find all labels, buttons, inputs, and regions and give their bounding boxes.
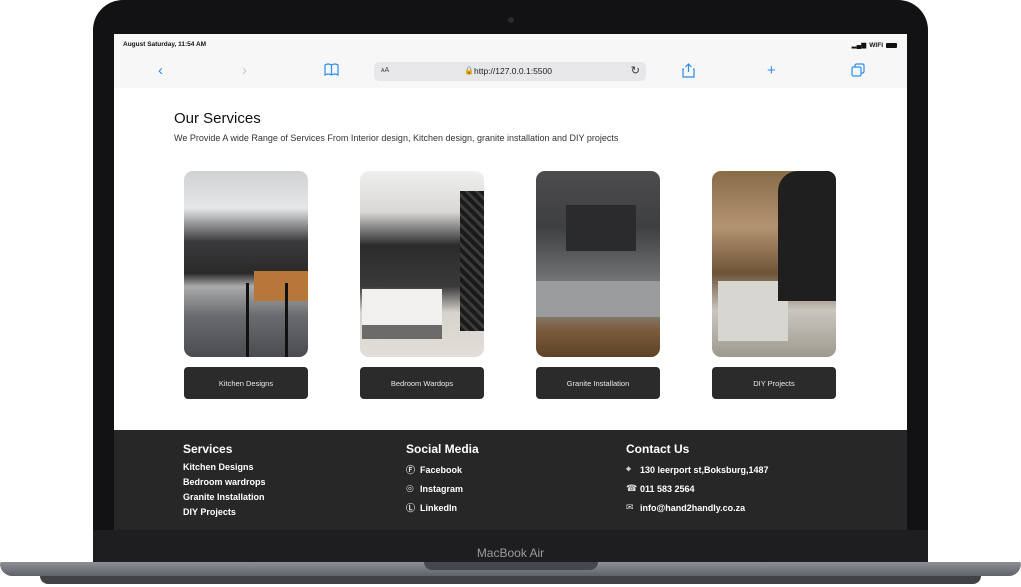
address-bar[interactable]: ᴀA 🔒 http://127.0.0.1:5500 ↻	[374, 62, 646, 81]
device-label: MacBook Air	[476, 546, 545, 560]
wifi-label: WIFI	[869, 41, 883, 49]
laptop-notch	[424, 562, 598, 570]
laptop-foot	[40, 576, 981, 584]
footer: Services Kitchen Designs Bedroom wardrop…	[114, 430, 907, 530]
footer-link-granite[interactable]: Granite Installation	[183, 490, 266, 505]
footer-services-heading: Services	[183, 442, 233, 456]
camera	[508, 17, 514, 23]
forward-icon[interactable]: ›	[242, 63, 247, 79]
page-title: Our Services	[174, 110, 261, 127]
book-icon[interactable]	[324, 63, 339, 80]
page-subtitle: We Provide A wide Range of Services From…	[174, 133, 619, 143]
status-time: August Saturday, 11:54 AM	[123, 41, 207, 48]
status-indicators: ▂▄▆ WIFI	[852, 41, 897, 49]
diy-projects-button[interactable]: DIY Projects	[712, 367, 836, 399]
phone-text[interactable]: 011 583 2564	[640, 484, 695, 494]
footer-contact-heading: Contact Us	[626, 442, 690, 456]
facebook-icon: Ⓕ	[406, 465, 416, 475]
linkedin-label[interactable]: LinkedIn	[420, 503, 457, 513]
tabs-icon[interactable]	[851, 63, 865, 81]
mail-icon: ✉	[626, 502, 634, 512]
bedroom-image	[360, 171, 484, 357]
granite-installation-button[interactable]: Granite Installation	[536, 367, 660, 399]
lock-icon: 🔒	[464, 66, 474, 75]
footer-contact: Contact Us ⌖ 130 leerport st,Boksburg,14…	[626, 442, 769, 517]
footer-link-kitchen[interactable]: Kitchen Designs	[183, 460, 266, 475]
back-icon[interactable]: ‹	[158, 63, 163, 79]
instagram-label[interactable]: Instagram	[420, 484, 463, 494]
email-row[interactable]: ✉ info@hand2handly.co.za	[626, 498, 769, 517]
service-card-bedroom: Bedroom Wardops	[360, 171, 484, 399]
kitchen-designs-button[interactable]: Kitchen Designs	[184, 367, 308, 399]
instagram-icon: ◎	[406, 483, 414, 493]
linkedin-icon: Ⓛ	[406, 503, 416, 513]
url-text[interactable]: http://127.0.0.1:5500	[474, 66, 552, 76]
location-icon: ⌖	[626, 464, 632, 474]
facebook-label[interactable]: Facebook	[420, 465, 462, 475]
footer-social: Social Media Ⓕ Facebook ◎ Instagram Ⓛ Li…	[406, 442, 479, 517]
linkedin-link[interactable]: Ⓛ LinkedIn	[406, 498, 479, 517]
phone-row[interactable]: ☎ 011 583 2564	[626, 479, 769, 498]
service-card-kitchen: Kitchen Designs	[184, 171, 308, 399]
email-text[interactable]: info@hand2handly.co.za	[640, 503, 745, 513]
phone-icon: ☎	[626, 483, 638, 493]
footer-link-diy[interactable]: DIY Projects	[183, 505, 266, 520]
share-icon[interactable]	[682, 63, 695, 82]
footer-link-bedroom[interactable]: Bedroom wardrops	[183, 475, 266, 490]
status-bar: August Saturday, 11:54 AM ▂▄▆ WIFI	[114, 34, 907, 56]
kitchen-image	[184, 171, 308, 357]
signal-icon: ▂▄▆	[851, 42, 867, 49]
instagram-link[interactable]: ◎ Instagram	[406, 479, 479, 498]
address-text: 130 leerport st,Boksburg,1487	[640, 464, 769, 475]
address-row: ⌖ 130 leerport st,Boksburg,1487	[626, 460, 769, 479]
browser-screen: August Saturday, 11:54 AM ▂▄▆ WIFI ‹ › ᴀ…	[114, 34, 907, 530]
bedroom-wardops-button[interactable]: Bedroom Wardops	[360, 367, 484, 399]
plus-icon[interactable]: +	[767, 63, 776, 79]
service-card-granite: Granite Installation	[536, 171, 660, 399]
footer-services: Services Kitchen Designs Bedroom wardrop…	[183, 442, 266, 520]
reload-icon[interactable]: ↻	[631, 64, 640, 77]
facebook-link[interactable]: Ⓕ Facebook	[406, 460, 479, 479]
footer-social-heading: Social Media	[406, 442, 479, 456]
service-card-diy: DIY Projects	[712, 171, 836, 399]
diy-image	[712, 171, 836, 357]
browser-toolbar: ‹ › ᴀA 🔒 http://127.0.0.1:5500 ↻ +	[114, 56, 907, 88]
granite-image	[536, 171, 660, 357]
reader-aa-button[interactable]: ᴀA	[381, 67, 389, 74]
battery-icon	[886, 42, 897, 48]
